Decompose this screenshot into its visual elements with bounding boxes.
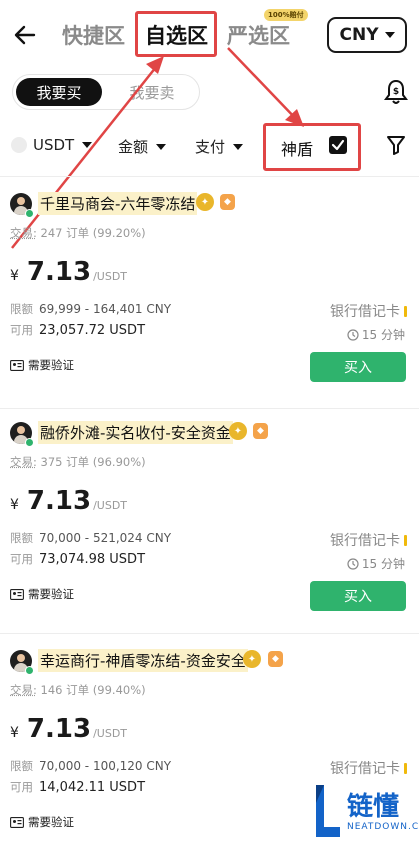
watermark-text: 链懂 bbox=[347, 792, 400, 822]
online-status-dot bbox=[25, 209, 34, 218]
available-label: 可用 bbox=[10, 552, 33, 566]
available-value: 73,074.98 USDT bbox=[39, 552, 146, 567]
limit-row: 限额 70,000 - 100,120 CNY bbox=[10, 758, 171, 774]
currency-symbol: ¥ bbox=[10, 497, 19, 513]
available-row: 可用 23,057.72 USDT bbox=[10, 322, 145, 338]
currency-symbol: ¥ bbox=[10, 725, 19, 741]
trade-stats: 交易: 247 订单 (99.20%) bbox=[10, 225, 146, 241]
shield-badge-icon: ◆ bbox=[220, 194, 235, 210]
limit-row: 限额 69,999 - 164,401 CNY bbox=[10, 301, 171, 317]
trades-count: 247 订单 (99.20%) bbox=[40, 226, 146, 240]
merchant-name[interactable]: 融侨外滩-实名收付-安全资金 bbox=[38, 421, 233, 444]
verification-tag: 需要验证 bbox=[10, 586, 74, 602]
price-row: ¥ 7.13 /USDT bbox=[10, 257, 127, 287]
available-label: 可用 bbox=[10, 780, 33, 794]
payment-method: 银行借记卡 bbox=[330, 301, 407, 321]
online-status-dot bbox=[25, 438, 34, 447]
payment-color-bar bbox=[404, 305, 407, 317]
limit-label: 限额 bbox=[10, 759, 33, 773]
trades-count: 146 订单 (99.40%) bbox=[40, 683, 146, 697]
divider bbox=[0, 633, 419, 634]
verification-tag: 需要验证 bbox=[10, 357, 74, 373]
verification-label: 需要验证 bbox=[28, 358, 74, 372]
trades-label: 交易: bbox=[10, 455, 37, 469]
payment-method-label: 银行借记卡 bbox=[330, 761, 400, 777]
verified-merchant-icon: ✦ bbox=[196, 193, 214, 211]
currency-symbol: ¥ bbox=[10, 268, 19, 284]
available-value: 23,057.72 USDT bbox=[39, 323, 146, 338]
limit-label: 限额 bbox=[10, 531, 33, 545]
available-value: 14,042.11 USDT bbox=[39, 780, 146, 795]
payment-time-label: 15 分钟 bbox=[361, 557, 405, 571]
payment-time: 15 分钟 bbox=[347, 555, 405, 572]
payment-color-bar bbox=[404, 762, 407, 774]
clock-icon bbox=[347, 328, 359, 341]
payment-method: 银行借记卡 bbox=[330, 530, 407, 550]
payment-method: 银行借记卡 bbox=[330, 758, 407, 778]
verified-merchant-icon: ✦ bbox=[229, 422, 247, 440]
trades-label: 交易: bbox=[10, 683, 37, 697]
price-unit: /USDT bbox=[93, 270, 128, 283]
divider bbox=[0, 408, 419, 409]
verified-merchant-icon: ✦ bbox=[243, 650, 261, 668]
offer-card: 融侨外滩-实名收付-安全资金 ✦ ◆ 交易: 375 订单 (96.90%) ¥… bbox=[0, 412, 419, 638]
price: 7.13 bbox=[26, 714, 92, 744]
trades-label: 交易: bbox=[10, 226, 37, 240]
payment-color-bar bbox=[404, 534, 407, 546]
payment-method-label: 银行借记卡 bbox=[330, 533, 400, 549]
online-status-dot bbox=[25, 666, 34, 675]
id-card-icon bbox=[10, 359, 24, 371]
shield-badge-icon: ◆ bbox=[268, 651, 283, 667]
watermark-logo-icon bbox=[316, 785, 340, 837]
verification-label: 需要验证 bbox=[28, 587, 74, 601]
price: 7.13 bbox=[26, 486, 92, 516]
available-row: 可用 14,042.11 USDT bbox=[10, 779, 145, 795]
available-label: 可用 bbox=[10, 323, 33, 337]
buy-button[interactable]: 买入 bbox=[310, 352, 406, 382]
limit-value: 70,000 - 100,120 CNY bbox=[39, 759, 172, 773]
price: 7.13 bbox=[26, 257, 92, 287]
price-row: ¥ 7.13 /USDT bbox=[10, 714, 127, 744]
trade-stats: 交易: 146 订单 (99.40%) bbox=[10, 682, 146, 698]
buy-button[interactable]: 买入 bbox=[310, 581, 406, 611]
watermark-url: NEATDOWN.COM bbox=[347, 822, 419, 832]
id-card-icon bbox=[10, 588, 24, 600]
limit-label: 限额 bbox=[10, 302, 33, 316]
id-card-icon bbox=[10, 816, 24, 828]
verification-label: 需要验证 bbox=[28, 815, 74, 829]
trade-stats: 交易: 375 订单 (96.90%) bbox=[10, 454, 146, 470]
limit-row: 限额 70,000 - 521,024 CNY bbox=[10, 530, 171, 546]
payment-time-label: 15 分钟 bbox=[361, 328, 405, 342]
divider bbox=[0, 176, 419, 177]
available-row: 可用 73,074.98 USDT bbox=[10, 551, 145, 567]
limit-value: 69,999 - 164,401 CNY bbox=[39, 302, 172, 316]
price-unit: /USDT bbox=[93, 727, 128, 740]
payment-time: 15 分钟 bbox=[347, 326, 405, 343]
shield-badge-icon: ◆ bbox=[253, 423, 268, 439]
trades-count: 375 订单 (96.90%) bbox=[40, 455, 146, 469]
price-row: ¥ 7.13 /USDT bbox=[10, 486, 127, 516]
offer-card: 千里马商会-六年零冻结 ✦ ◆ 交易: 247 订单 (99.20%) ¥ 7.… bbox=[0, 183, 419, 409]
payment-method-label: 银行借记卡 bbox=[330, 304, 400, 320]
verification-tag: 需要验证 bbox=[10, 814, 74, 830]
merchant-name[interactable]: 幸运商行-神盾零冻结-资金安全 bbox=[38, 649, 248, 672]
price-unit: /USDT bbox=[93, 499, 128, 512]
merchant-name[interactable]: 千里马商会-六年零冻结 bbox=[38, 192, 198, 215]
clock-icon bbox=[347, 557, 359, 570]
limit-value: 70,000 - 521,024 CNY bbox=[39, 531, 172, 545]
